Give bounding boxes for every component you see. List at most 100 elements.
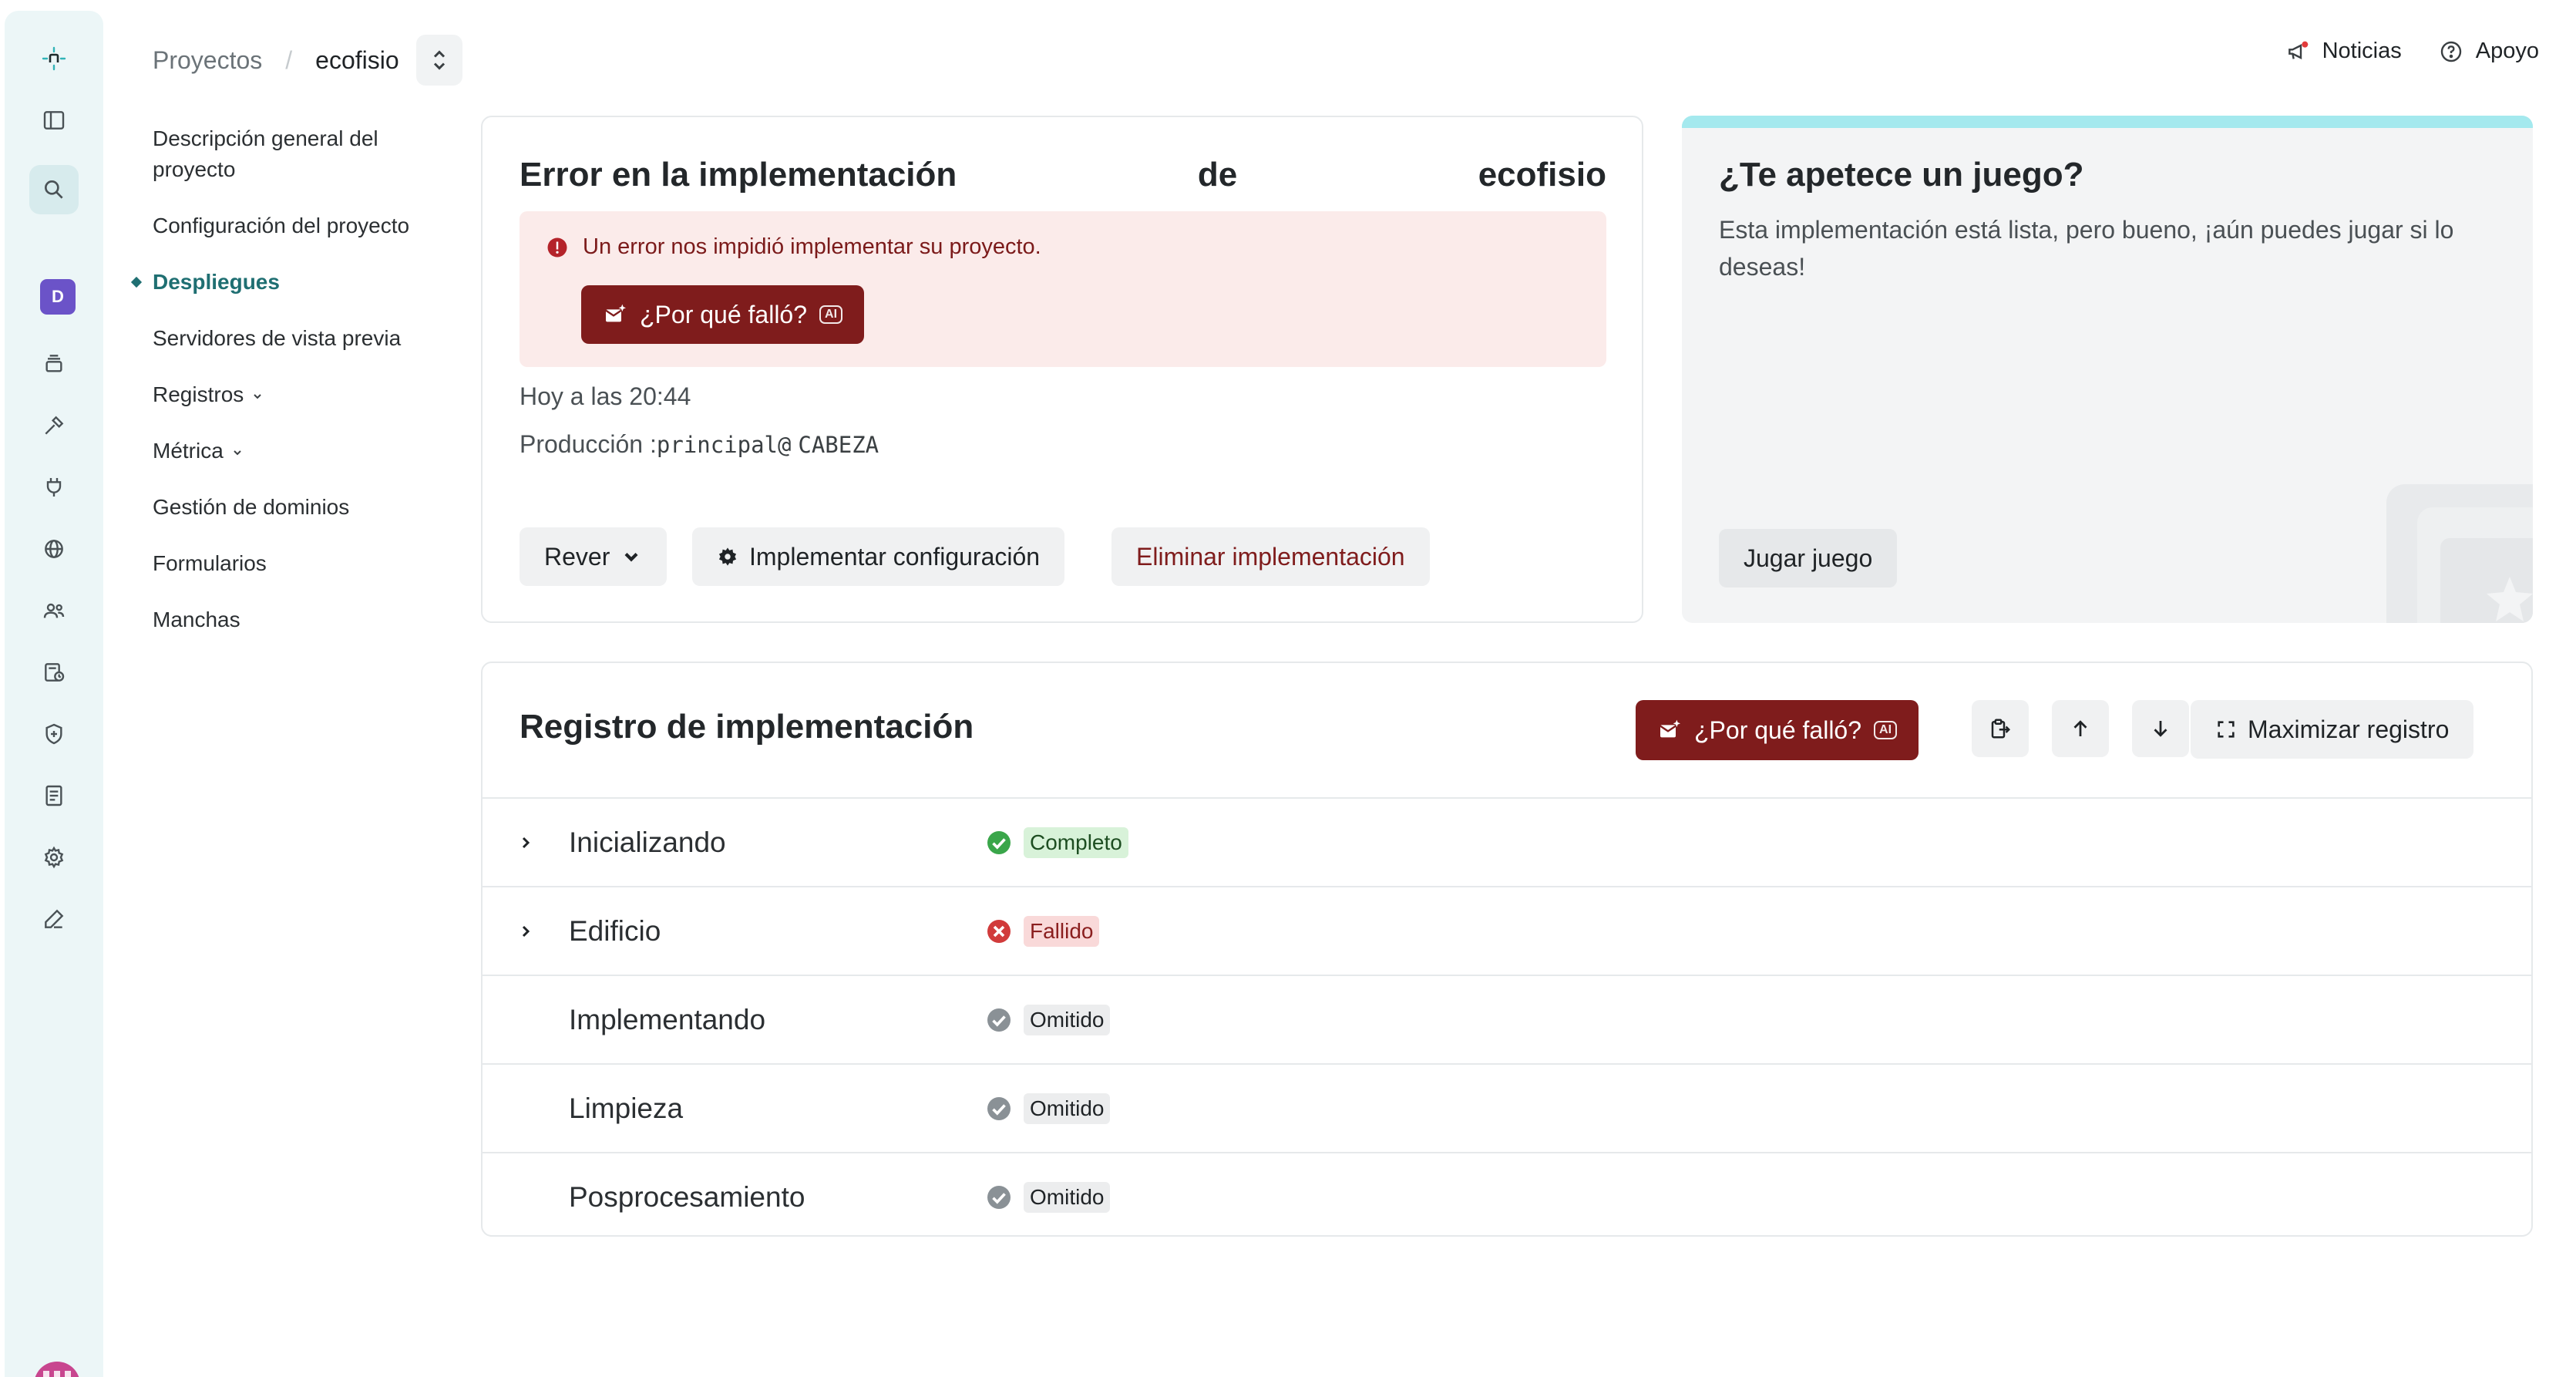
deploy-time: Hoy a las 20:44 (520, 382, 691, 410)
deploy-steps-list: Inicializando Completo Edificio Fallido … (483, 797, 2531, 1241)
chevron-down-icon (624, 553, 638, 562)
user-avatar[interactable] (34, 1362, 80, 1377)
alert-text: Un error nos impidió implementar su proy… (583, 234, 1041, 259)
netlify-logo-icon[interactable] (29, 34, 79, 83)
project-switcher-button[interactable] (415, 35, 462, 86)
news-label: Noticias (2322, 39, 2402, 63)
commit-ref[interactable]: CABEZA (798, 432, 879, 458)
branch-name[interactable]: principal@ (657, 432, 792, 458)
plug-icon[interactable] (29, 463, 79, 512)
scroll-bottom-button[interactable] (2132, 700, 2189, 757)
play-game-label: Jugar juego (1744, 544, 1873, 572)
step-status: Fallido (985, 915, 1100, 947)
step-name: Implementando (569, 1003, 766, 1035)
news-button[interactable]: Noticias (2285, 39, 2402, 64)
game-card: ¿Te apetece un juego? Esta implementació… (1682, 116, 2533, 623)
hammer-icon[interactable] (29, 401, 79, 450)
subnav-item-domains[interactable]: Gestión de dominios (153, 492, 446, 523)
team-avatar[interactable]: D (40, 279, 76, 315)
shield-icon[interactable] (29, 709, 79, 759)
step-row-building[interactable]: Edificio Fallido (483, 886, 2531, 975)
deploy-title-of: de (1197, 156, 1238, 194)
check-circle-muted-icon (987, 1096, 1011, 1120)
step-name: Posprocesamiento (569, 1180, 805, 1213)
top-actions: Noticias Apoyo (2285, 39, 2539, 64)
step-status: Omitido (985, 1093, 1111, 1124)
breadcrumb-project-name[interactable]: ecofisio (315, 46, 399, 75)
delete-deploy-button[interactable]: Eliminar implementación (1111, 527, 1430, 586)
deploy-title-project: ecofisio (1478, 156, 1606, 194)
status-badge: Omitido (1024, 1004, 1111, 1035)
step-row-deploying: Implementando Omitido (483, 975, 2531, 1063)
deploy-settings-button[interactable]: Implementar configuración (692, 527, 1065, 586)
subnav-logs-label: Registros (153, 382, 244, 406)
step-row-cleanup: Limpieza Omitido (483, 1063, 2531, 1152)
step-name: Inicializando (569, 826, 726, 858)
search-icon[interactable] (29, 165, 79, 214)
log-why-failed-button[interactable]: ¿Por qué falló? AI (1636, 700, 1919, 760)
ai-sparkle-mail-icon (1660, 719, 1680, 738)
deploy-context: Producción :principal@ CABEZA (520, 430, 879, 459)
step-name: Limpieza (569, 1092, 684, 1124)
breadcrumb-projects-link[interactable]: Proyectos (153, 46, 262, 75)
maximize-icon (2218, 721, 2235, 738)
subnav-item-logs[interactable]: Registros (153, 379, 446, 410)
sidebar-toggle-icon[interactable] (29, 96, 79, 145)
chevron-up-down-icon (433, 50, 445, 70)
clipboard-copy-icon (1991, 719, 2011, 739)
chevron-down-icon (254, 393, 261, 399)
deploy-error-alert: Un error nos impidió implementar su proy… (520, 211, 1606, 367)
chevron-right-icon[interactable] (516, 922, 535, 941)
subnav-item-preview-servers[interactable]: Servidores de vista previa (153, 323, 446, 354)
layers-icon[interactable] (29, 339, 79, 389)
deploy-log-card: Registro de implementación ¿Por qué fall… (481, 662, 2533, 1237)
ai-badge: AI (819, 305, 843, 324)
game-description: Esta implementación está lista, pero bue… (1719, 216, 2454, 281)
status-badge: Fallido (1024, 915, 1100, 947)
subnav-item-overview[interactable]: Descripción general del proyecto (153, 123, 446, 185)
why-failed-button[interactable]: ¿Por qué falló? AI (581, 285, 865, 344)
alert-message: Un error nos impidió implementar su proy… (546, 234, 1041, 260)
ai-badge: AI (1874, 721, 1898, 739)
subnav-item-forms[interactable]: Formularios (153, 548, 446, 579)
chevron-down-icon (234, 449, 241, 456)
step-name: Edificio (569, 914, 661, 947)
subnav-item-blobs[interactable]: Manchas (153, 604, 446, 635)
why-failed-label: ¿Por qué falló? (640, 300, 808, 328)
maximize-log-button[interactable]: Maximizar registro (2191, 700, 2474, 759)
support-button[interactable]: Apoyo (2439, 39, 2539, 64)
revert-dropdown-button[interactable]: Rever (520, 527, 668, 586)
help-circle-icon (2440, 41, 2461, 62)
subnav-item-configuration[interactable]: Configuración del proyecto (153, 210, 446, 241)
subnav-metrics-label: Métrica (153, 439, 224, 463)
gear-icon[interactable] (29, 833, 79, 882)
step-status: Omitido (985, 1004, 1111, 1035)
game-card-accent-bar (1682, 116, 2533, 128)
docs-icon[interactable] (29, 771, 79, 820)
deploy-settings-label: Implementar configuración (749, 542, 1041, 571)
step-row-initializing[interactable]: Inicializando Completo (483, 797, 2531, 886)
icon-rail: D (5, 11, 103, 1377)
scroll-top-button[interactable] (2052, 700, 2109, 757)
play-game-button[interactable]: Jugar juego (1719, 529, 1898, 587)
pen-icon[interactable] (29, 894, 79, 944)
status-badge: Omitido (1024, 1181, 1111, 1213)
megaphone-icon (2288, 41, 2308, 59)
status-badge: Completo (1024, 827, 1128, 858)
gear-icon (718, 547, 737, 566)
error-x-circle-icon (987, 919, 1011, 943)
game-illustration (2386, 484, 2533, 623)
check-circle-icon (987, 830, 1011, 854)
breadcrumb: Proyectos / ecofisio (153, 35, 462, 86)
users-icon[interactable] (29, 586, 79, 635)
arrow-down-icon (2154, 721, 2167, 737)
step-row-postprocessing: Posprocesamiento Omitido (483, 1152, 2531, 1241)
billing-icon[interactable] (29, 648, 79, 697)
subnav-item-metrics[interactable]: Métrica (153, 436, 446, 466)
check-circle-muted-icon (987, 1008, 1011, 1032)
chevron-right-icon[interactable] (516, 833, 535, 852)
copy-log-button[interactable] (1972, 700, 2029, 757)
globe-icon[interactable] (29, 524, 79, 574)
subnav-item-deploys[interactable]: Despliegues (153, 267, 446, 298)
revert-label: Rever (544, 542, 610, 571)
